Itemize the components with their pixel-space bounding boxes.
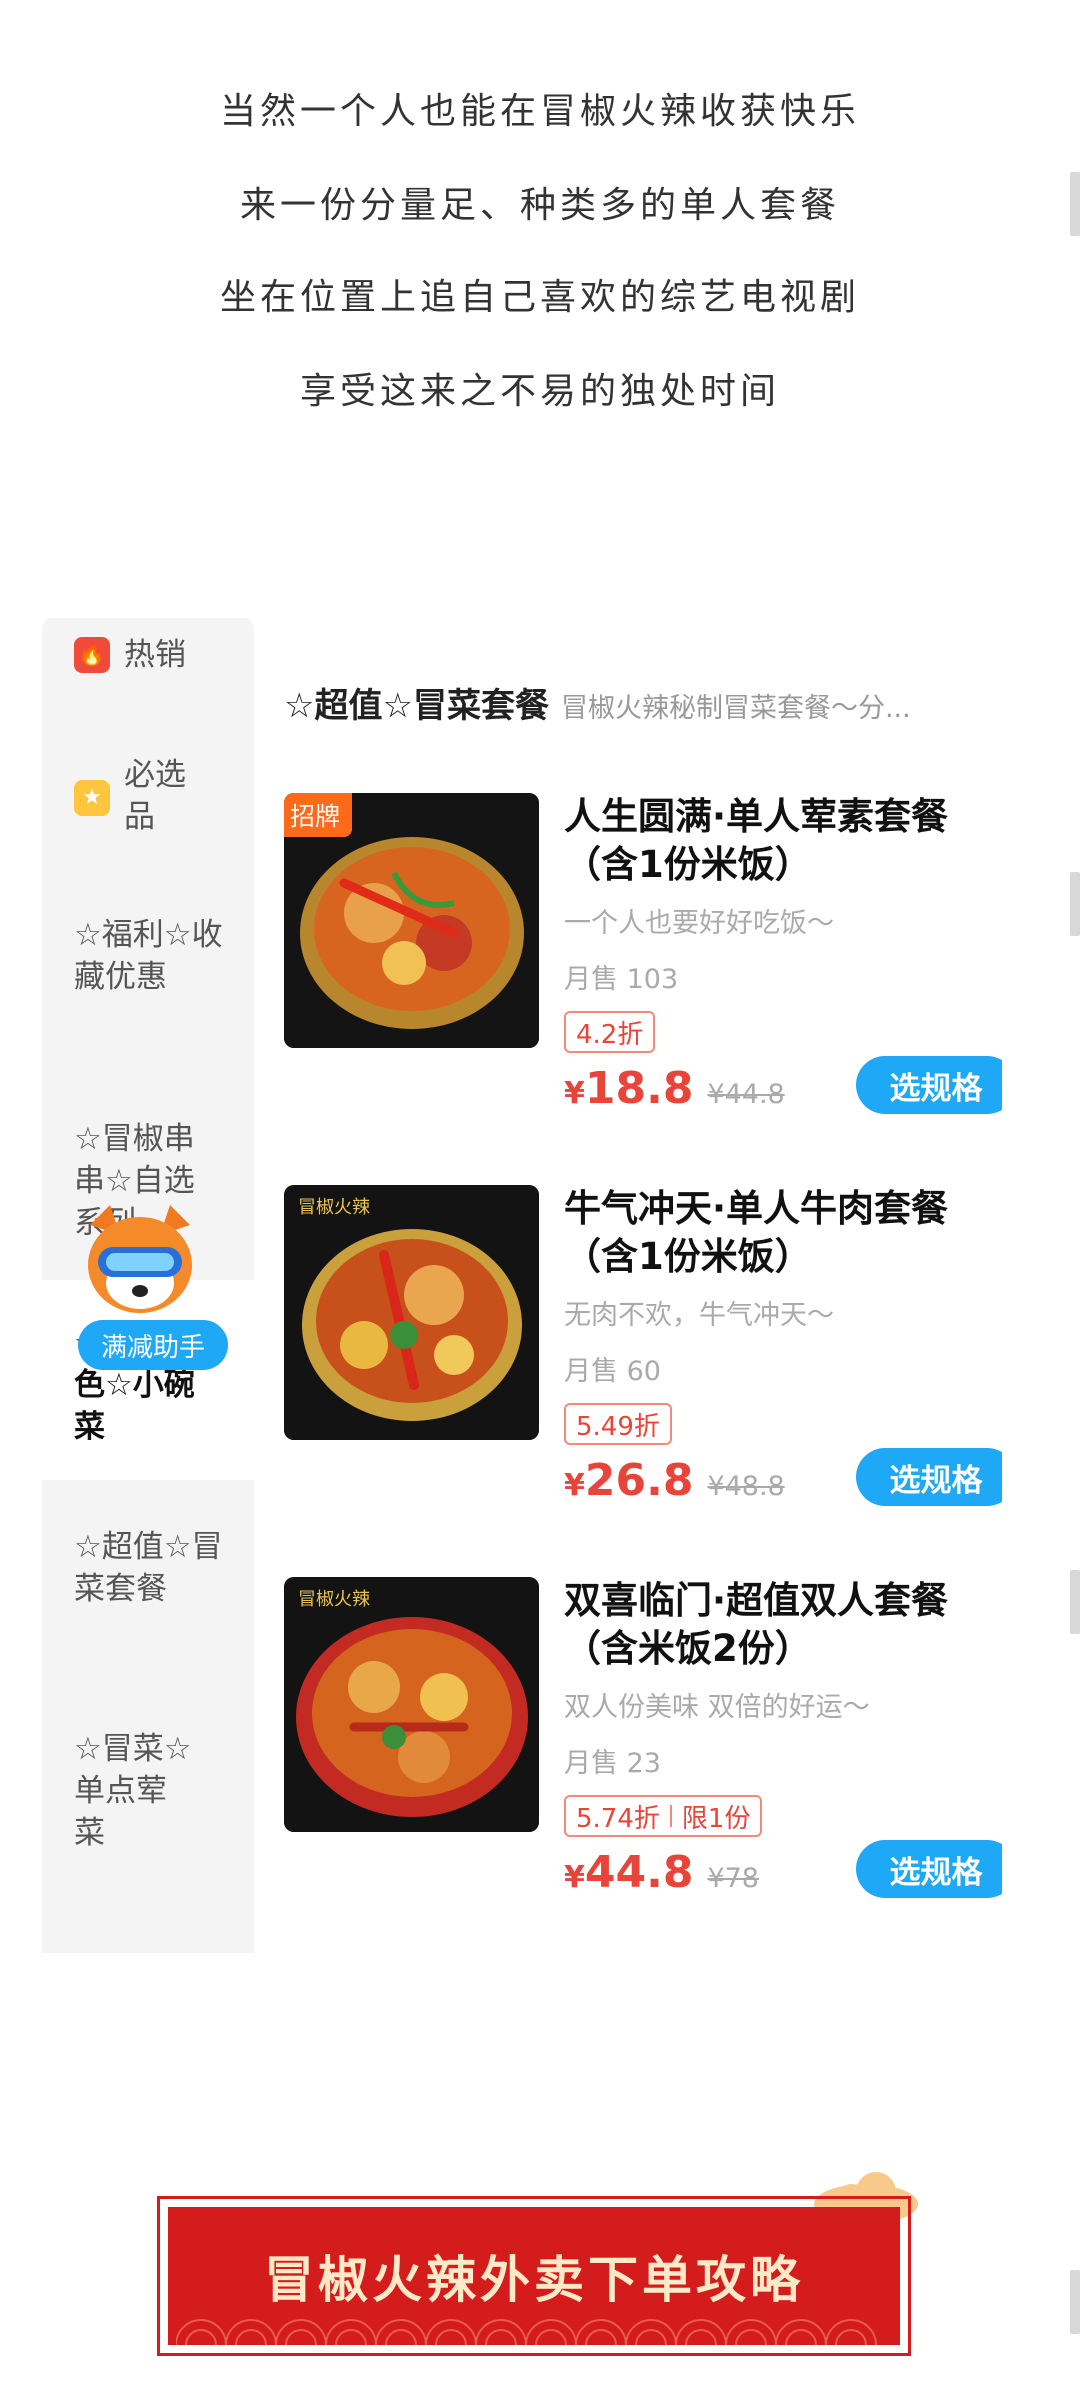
- sidebar-item-welfare[interactable]: ☆福利☆收藏优惠: [42, 914, 254, 998]
- product-desc: 双人份美味 双倍的好运～: [564, 1692, 870, 1723]
- original-price: ¥48.8: [707, 1471, 785, 1502]
- star-icon: ★: [74, 780, 110, 816]
- intro-line-1: 当然一个人也能在冒椒火辣收获快乐: [219, 91, 860, 132]
- edge-mark: [1070, 872, 1080, 936]
- product-item[interactable]: 招牌 人生圆满·单人荤素套餐 （含1份米饭） 一个人也要好好吃饭～ 月售 103…: [284, 793, 1002, 1114]
- select-spec-button[interactable]: 选规格: [856, 1448, 1002, 1506]
- currency-symbol: ¥: [564, 1076, 585, 1111]
- product-name: 牛气冲天·单人牛肉套餐（含1份米饭）: [564, 1187, 949, 1278]
- section-desc: 冒椒火辣秘制冒菜套餐～分...: [560, 693, 911, 724]
- discount-rate: 5.49折: [576, 1411, 660, 1442]
- discount-tag: 4.2折: [564, 1011, 656, 1053]
- intro-line-4: 享受这来之不易的独处时间: [299, 371, 780, 412]
- sidebar-item-label: 必选品: [124, 757, 186, 835]
- guide-banner[interactable]: 冒椒火辣外卖下单攻略: [157, 2196, 911, 2356]
- intro-line-2: 来一份分量足、种类多的单人套餐: [239, 185, 840, 226]
- current-price: 18.8: [584, 1063, 694, 1114]
- banner-title: 冒椒火辣外卖下单攻略: [264, 2251, 804, 2309]
- edge-mark: [1070, 1570, 1080, 1634]
- current-price: 44.8: [584, 1847, 694, 1898]
- discount-tag: 5.49折: [564, 1403, 672, 1445]
- limit-tag: 限1份: [681, 1803, 751, 1834]
- sidebar-item-label: ☆冒菜☆单点荤菜: [74, 1731, 192, 1851]
- product-image[interactable]: 招牌: [284, 793, 539, 1048]
- current-price: 26.8: [584, 1455, 694, 1506]
- price: ¥ 26.8 ¥48.8: [564, 1455, 785, 1506]
- discount-rate: 4.2折: [576, 1019, 644, 1050]
- promo-helper-button[interactable]: 满减助手: [78, 1320, 228, 1370]
- sidebar-item-hot[interactable]: 🔥 热销: [42, 634, 254, 676]
- currency-symbol: ¥: [564, 1468, 585, 1503]
- product-image[interactable]: 冒椒火辣: [284, 1577, 539, 1832]
- monthly-sales: 月售 60: [564, 1356, 661, 1387]
- sidebar-item-label: ☆超值☆冒菜套餐: [74, 1529, 223, 1607]
- sidebar-item-single[interactable]: ☆冒菜☆单点荤菜: [42, 1728, 254, 1854]
- sidebar-item-label: ☆福利☆收藏优惠: [74, 917, 223, 995]
- monthly-sales: 月售 23: [564, 1748, 661, 1779]
- svg-text:冒椒火辣: 冒椒火辣: [298, 1589, 370, 1610]
- price: ¥ 18.8 ¥44.8: [564, 1063, 785, 1114]
- sidebar-item-set[interactable]: ☆超值☆冒菜套餐: [42, 1526, 254, 1610]
- product-name: 人生圆满·单人荤素套餐 （含1份米饭）: [564, 795, 949, 886]
- section-title: ☆超值☆冒菜套餐: [284, 686, 549, 726]
- product-desc: 无肉不欢，牛气冲天～: [564, 1300, 834, 1331]
- discount-tag: 5.74折 限1份: [564, 1795, 763, 1837]
- fire-icon: 🔥: [74, 637, 110, 673]
- original-price: ¥44.8: [707, 1079, 785, 1110]
- currency-symbol: ¥: [564, 1860, 585, 1895]
- sidebar-item-must[interactable]: ★ 必选品: [42, 754, 254, 838]
- product-item[interactable]: 冒椒火辣 双喜临门·超值双人套餐（含米饭2份） 双人份美味 双倍的好运～ 月售 …: [284, 1577, 1002, 1898]
- signature-badge: 招牌: [284, 793, 353, 837]
- discount-rate: 5.74折: [576, 1803, 660, 1834]
- edge-mark: [1070, 172, 1080, 236]
- section-header: ☆超值☆冒菜套餐 冒椒火辣秘制冒菜套餐～分...: [284, 678, 911, 727]
- original-price: ¥78: [707, 1863, 759, 1894]
- product-name: 双喜临门·超值双人套餐（含米饭2份）: [564, 1579, 949, 1670]
- svg-text:冒椒火辣: 冒椒火辣: [298, 1197, 370, 1218]
- sidebar-item-label: 热销: [124, 637, 186, 673]
- guide-banner-inner: 冒椒火辣外卖下单攻略: [168, 2207, 900, 2345]
- edge-mark: [1070, 2270, 1080, 2334]
- monthly-sales: 月售 103: [564, 964, 679, 995]
- product-desc: 一个人也要好好吃饭～: [564, 908, 834, 939]
- product-list: ☆超值☆冒菜套餐 冒椒火辣秘制冒菜套餐～分... 招牌 人生圆满·单人荤素套餐 …: [254, 618, 1002, 1953]
- select-spec-button[interactable]: 选规格: [856, 1840, 1002, 1898]
- product-image[interactable]: 冒椒火辣: [284, 1185, 539, 1440]
- price: ¥ 44.8 ¥78: [564, 1847, 759, 1898]
- product-item[interactable]: 冒椒火辣 牛气冲天·单人牛肉套餐（含1份米饭） 无肉不欢，牛气冲天～ 月售 60…: [284, 1185, 1002, 1506]
- select-spec-button[interactable]: 选规格: [856, 1056, 1002, 1114]
- intro-line-3: 坐在位置上追自己喜欢的综艺电视剧: [219, 277, 860, 318]
